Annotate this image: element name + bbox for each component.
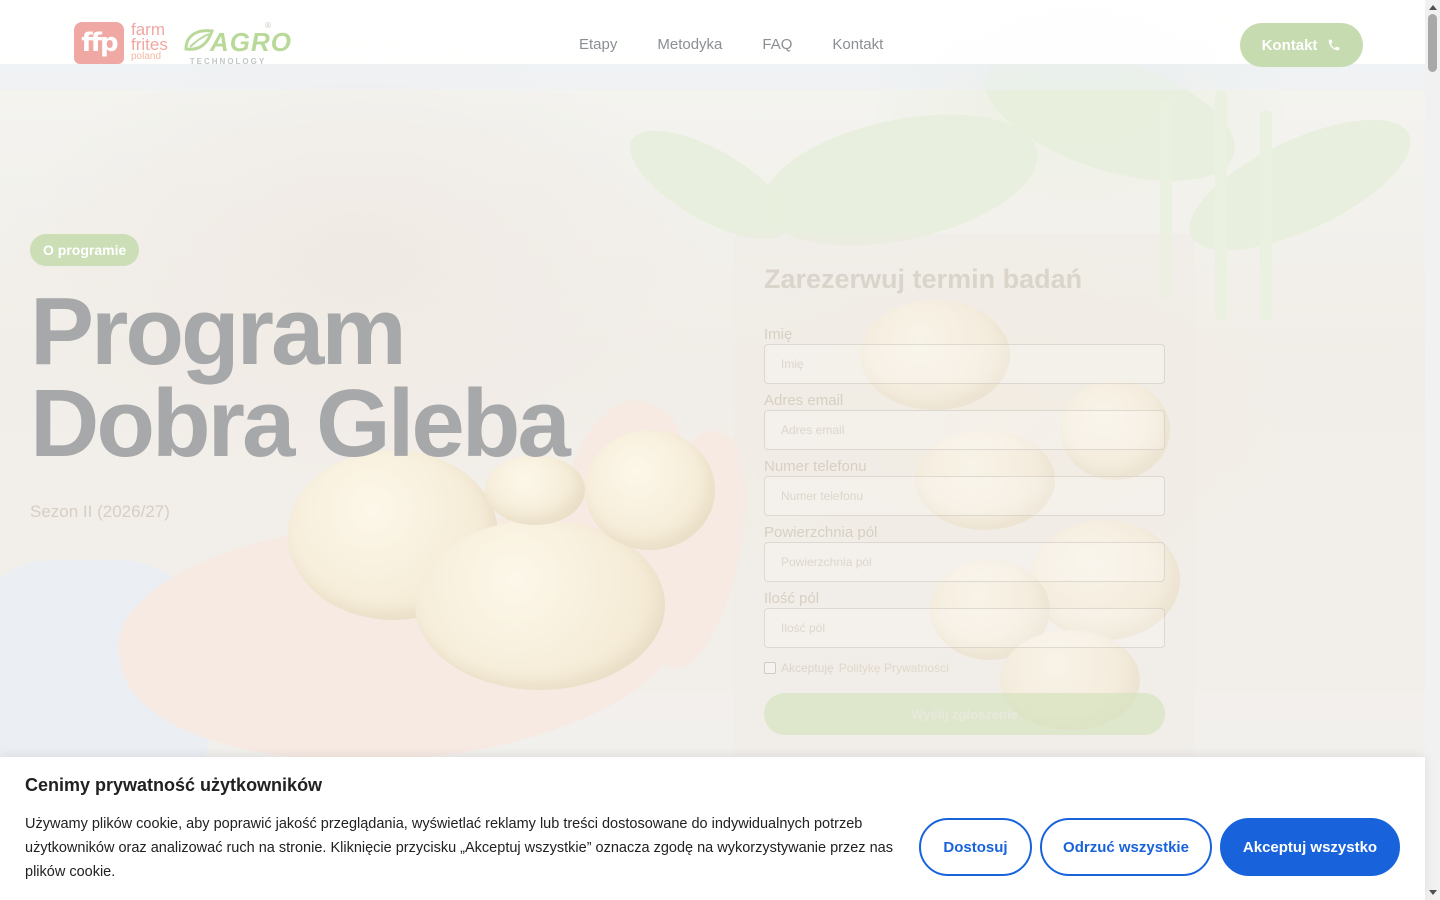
nav-item-metodyka[interactable]: Metodyka [657,35,722,55]
fields-count-input-placeholder: Ilość pól [781,621,826,635]
hero-title: Program Dobra Gleba [30,278,670,477]
submit-button[interactable]: Wyślij zgłoszenie [764,693,1165,735]
phone-input-placeholder: Numer telefonu [781,489,864,503]
accept-all-cookies-button[interactable]: Akceptuj wszystko [1220,818,1400,876]
page-scrollbar[interactable] [1425,0,1440,900]
about-program-badge: O programie [30,234,140,266]
email-input-placeholder: Adres email [781,423,845,437]
site-header: ffp farm frites poland AGRO ® TECHNOLOGY… [0,0,1425,90]
area-input-placeholder: Powierzchnia pól [781,555,872,569]
privacy-consent-text: Akceptuję [781,661,834,675]
phone-input[interactable]: Numer telefonu [764,476,1165,516]
hero-title-line-1: Program [30,278,407,385]
main-nav: Etapy Metodyka FAQ Kontakt [579,35,883,55]
nav-item-etapy[interactable]: Etapy [579,35,617,55]
nav-item-faq[interactable]: FAQ [762,35,792,55]
registered-mark: ® [264,21,272,30]
area-label: Powierzchnia pól [764,524,878,541]
agro-logo-subtitle: TECHNOLOGY [189,57,267,66]
cookie-banner-title: Cenimy prywatność użytkowników [25,775,323,795]
nav-item-kontakt[interactable]: Kontakt [832,35,883,55]
phone-label: Numer telefonu [764,458,867,475]
name-input-placeholder: Imię [781,357,804,371]
agro-logo-word: AGRO [210,27,292,57]
cookie-banner-text: Używamy plików cookie, aby poprawić jako… [25,816,893,880]
name-label: Imię [764,326,793,343]
scroll-down-arrow-icon[interactable] [1429,890,1437,895]
fields-count-input[interactable]: Ilość pól [764,608,1165,648]
cookie-banner: Cenimy prywatność użytkowników Używamy p… [0,757,1425,900]
farm-frites-logo-mark: ffp [81,28,118,58]
agro-technology-logo[interactable]: AGRO ® TECHNOLOGY [182,21,291,67]
contact-button-label: Kontakt [1261,36,1318,54]
scroll-up-arrow-icon[interactable] [1429,5,1437,10]
farm-frites-logo-text: farm frites poland [131,21,168,62]
hero-subtitle: Sezon II (2026/27) [30,502,170,521]
email-input[interactable]: Adres email [764,410,1165,450]
contact-button[interactable]: Kontakt [1240,23,1363,67]
fields-count-label: Ilość pól [764,590,820,607]
customize-cookies-button[interactable]: Dostosuj [919,818,1032,876]
scrollbar-thumb[interactable] [1428,14,1437,72]
privacy-policy-link[interactable]: Politykę Prywatności [839,661,949,675]
area-input[interactable]: Powierzchnia pól [764,542,1165,582]
farm-frites-logo[interactable]: ffp [74,22,124,64]
email-label: Adres email [764,392,844,409]
hero-title-line-2: Dobra Gleba [30,370,571,477]
privacy-consent-checkbox[interactable] [764,662,776,674]
name-input[interactable]: Imię [764,344,1165,384]
form-title: Zarezerwuj termin badań [764,264,1083,294]
reject-all-cookies-button[interactable]: Odrzuć wszystkie [1040,818,1212,876]
phone-icon [1329,39,1340,51]
privacy-consent: Akceptuję Politykę Prywatności [764,661,949,675]
logo-text-frites: frites [131,35,168,54]
